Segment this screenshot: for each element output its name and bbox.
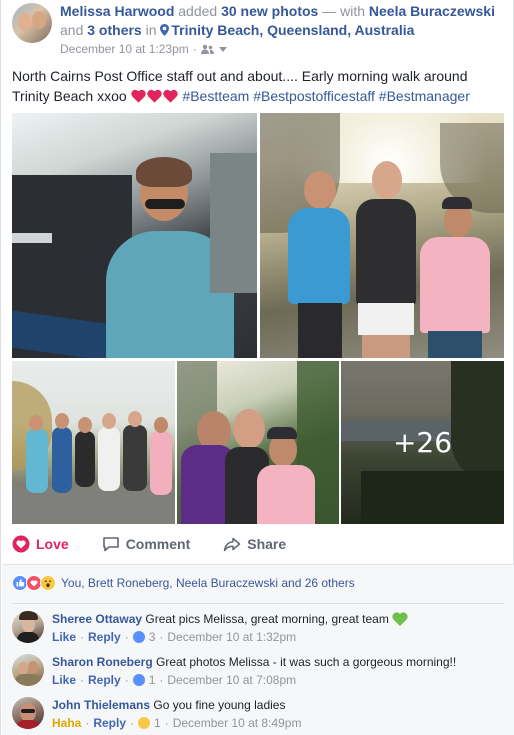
photo-three-women-selfie[interactable] <box>177 361 339 524</box>
comment-body: John Thielemans Go you fine young ladies <box>52 697 285 713</box>
commenter-avatar[interactable] <box>12 654 44 686</box>
comment-timestamp[interactable]: December 10 at 1:32pm <box>167 629 296 645</box>
comment-text: Great photos Melissa - it was such a gor… <box>156 655 457 669</box>
photo-group-of-six[interactable] <box>12 361 175 524</box>
author-avatar[interactable] <box>12 3 52 43</box>
commenter-avatar[interactable] <box>12 611 44 643</box>
haha-reaction-icon <box>138 717 151 729</box>
post-timestamp[interactable]: December 10 at 1:23pm <box>60 42 189 56</box>
love-button-label: Love <box>36 536 69 552</box>
post-hashtags[interactable]: #Bestteam #Bestpostofficestaff #Bestmana… <box>182 88 469 104</box>
comment-body: Sheree Ottaway Great pics Melissa, great… <box>52 611 408 627</box>
reactions-summary[interactable]: You, Brett Roneberg, Neela Buraczewski a… <box>12 575 355 591</box>
post-actions-bar: Love Comment Share <box>12 527 504 561</box>
green-heart-icon <box>392 612 408 626</box>
audience-dropdown-icon[interactable] <box>218 46 227 52</box>
comment-reaction-count[interactable]: 1 <box>154 715 161 731</box>
comment-button-label: Comment <box>125 536 191 552</box>
comment-meta: Haha · Reply · 1 · December 10 at 8:49pm <box>52 715 302 731</box>
post-meta: December 10 at 1:23pm · <box>60 42 227 56</box>
comment-timestamp[interactable]: December 10 at 7:08pm <box>167 672 296 688</box>
comment-text: Go you fine young ladies <box>153 698 286 712</box>
comment-like-link[interactable]: Like <box>52 629 76 645</box>
love-button[interactable]: Love <box>12 535 69 553</box>
post-header-line-1: Melissa Harwood added 30 new photos — wi… <box>60 1 495 21</box>
action-text: added <box>178 3 218 19</box>
post-message: North Cairns Post Office staff out and a… <box>12 66 506 106</box>
feed-post: Melissa Harwood added 30 new photos — wi… <box>0 0 514 735</box>
with-text: — with <box>322 3 366 19</box>
comment-timestamp[interactable]: December 10 at 8:49pm <box>173 715 302 731</box>
comment-text: Great pics Melissa, great morning, great… <box>145 612 389 626</box>
in-text: in <box>145 22 157 38</box>
share-icon <box>224 537 241 552</box>
reactions-comments-panel: You, Brett Roneberg, Neela Buraczewski a… <box>2 564 514 735</box>
and-text: and <box>60 22 84 38</box>
wow-reaction-icon <box>40 575 56 591</box>
commenter-name[interactable]: Sheree Ottaway <box>52 612 142 626</box>
commenter-name[interactable]: John Thielemans <box>52 698 150 712</box>
photo-more-overlay[interactable]: +26 <box>341 361 504 524</box>
red-heart-icon <box>162 89 178 103</box>
friends-audience-icon[interactable] <box>200 44 214 54</box>
red-heart-icon <box>146 89 162 103</box>
comment-button[interactable]: Comment <box>102 535 191 553</box>
commenter-avatar[interactable] <box>12 697 44 729</box>
comment-reply-link[interactable]: Reply <box>93 715 126 731</box>
comment-haha-link[interactable]: Haha <box>52 715 81 731</box>
panel-divider <box>12 603 504 604</box>
photo-car-selfie[interactable] <box>12 113 257 358</box>
comment-icon <box>102 537 119 552</box>
photo-three-walkers[interactable] <box>260 113 504 358</box>
reactions-summary-text: You, Brett Roneberg, Neela Buraczewski a… <box>61 576 355 590</box>
red-heart-icon <box>130 89 146 103</box>
more-photos-count[interactable]: +26 <box>341 361 504 524</box>
comment-meta: Like · Reply · 1 · December 10 at 7:08pm <box>52 672 297 688</box>
meta-separator: · <box>192 42 197 56</box>
location-link[interactable]: Trinity Beach, Queensland, Australia <box>171 22 414 38</box>
comment-reply-link[interactable]: Reply <box>88 672 121 688</box>
tagged-person-link[interactable]: Neela Buraczewski <box>369 3 495 19</box>
comment-reaction-count[interactable]: 3 <box>149 629 156 645</box>
location-pin-icon <box>160 24 170 36</box>
photo-count-link[interactable]: 30 new photos <box>221 3 318 19</box>
comment-reaction-count[interactable]: 1 <box>149 672 156 688</box>
author-name-link[interactable]: Melissa Harwood <box>60 3 174 19</box>
share-button[interactable]: Share <box>223 535 286 553</box>
like-reaction-icon <box>132 674 145 686</box>
post-header-line-2: and 3 others in Trinity Beach, Queenslan… <box>60 20 414 40</box>
heart-icon <box>12 535 30 553</box>
share-button-label: Share <box>247 536 287 552</box>
comment-body: Sharon Roneberg Great photos Melissa - i… <box>52 654 456 670</box>
comment-reply-link[interactable]: Reply <box>88 629 121 645</box>
commenter-name[interactable]: Sharon Roneberg <box>52 655 153 669</box>
like-reaction-icon <box>132 631 145 643</box>
comment-meta: Like · Reply · 3 · December 10 at 1:32pm <box>52 629 297 645</box>
others-link[interactable]: 3 others <box>87 22 141 38</box>
comment-like-link[interactable]: Like <box>52 672 76 688</box>
